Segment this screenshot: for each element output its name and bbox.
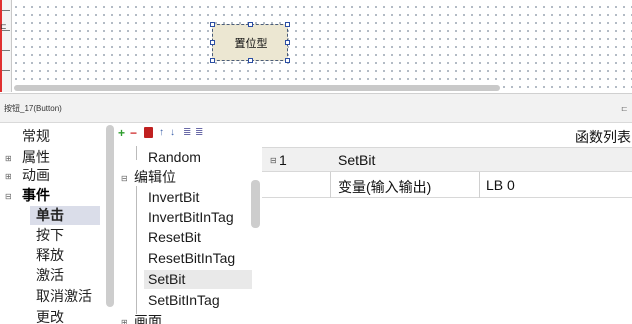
category-general[interactable]: 常规 — [22, 127, 50, 146]
expand-icon[interactable]: ⊞ — [121, 318, 128, 324]
event-activate[interactable]: 激活 — [36, 266, 64, 285]
group-screen[interactable]: 画面 — [134, 312, 162, 324]
list-view-icon[interactable]: ≣ — [195, 126, 203, 140]
category-panel: 常规 ⊞ 属性 ⊞ 动画 ⊟ 事件 单击 按下 释放 激活 取消激活 更改 — [0, 124, 108, 324]
function-tree-scrollbar[interactable] — [251, 180, 260, 228]
tree-connector — [136, 186, 137, 314]
resize-handle-tl[interactable] — [210, 22, 215, 27]
category-properties[interactable]: 属性 — [22, 148, 50, 167]
collapse-icon[interactable]: ⊟ — [5, 192, 12, 201]
event-release[interactable]: 释放 — [36, 246, 64, 265]
resize-handle-bm[interactable] — [248, 58, 253, 63]
group-edit-bits[interactable]: 编辑位 — [134, 168, 176, 187]
category-events[interactable]: 事件 — [22, 186, 50, 205]
event-press[interactable]: 按下 — [36, 226, 64, 245]
function-setbitintag[interactable]: SetBitInTag — [148, 291, 220, 310]
design-canvas[interactable]: ⊏ 置位型 — [0, 0, 632, 92]
function-setbit[interactable]: SetBit — [144, 270, 252, 289]
parameter-label: 变量(输入输出) — [338, 179, 432, 195]
function-row[interactable]: ⊟ 1 SetBit — [262, 147, 632, 172]
category-animation[interactable]: 动画 — [22, 166, 50, 185]
resize-handle-ml[interactable] — [210, 40, 215, 45]
function-tree-panel: + − ↑ ↓ ≣ ≣ Random ⊟ 编辑位 InvertBit Inver… — [114, 124, 262, 324]
ruler-marker — [0, 0, 2, 92]
resize-handle-tm[interactable] — [248, 22, 253, 27]
function-list-header: 函数列表 — [575, 129, 631, 145]
event-click[interactable]: 单击 — [30, 206, 100, 225]
row-number: 1 — [279, 152, 287, 168]
parameter-row[interactable]: 变量(输入输出) LB 0 — [262, 172, 632, 198]
resize-handle-tr[interactable] — [285, 22, 290, 27]
widget-label: 置位型 — [234, 38, 268, 50]
collapse-icon[interactable]: ⊟ — [121, 174, 128, 183]
list-icon[interactable]: ≣ — [183, 126, 191, 140]
collapse-icon[interactable]: ⊟ — [270, 156, 277, 165]
function-resetbitintag[interactable]: ResetBitInTag — [148, 249, 235, 268]
properties-titlebar: 按钮_17(Button) ⊏ — [0, 93, 632, 123]
event-deactivate[interactable]: 取消激活 — [36, 287, 92, 306]
resize-handle-mr[interactable] — [285, 40, 290, 45]
event-change[interactable]: 更改 — [36, 308, 64, 324]
resize-handle-br[interactable] — [285, 58, 290, 63]
expand-icon[interactable]: ⊞ — [5, 172, 12, 181]
remove-icon[interactable]: − — [130, 126, 137, 140]
add-icon[interactable]: + — [118, 126, 125, 140]
resize-handle-bl[interactable] — [210, 58, 215, 63]
object-title: 按钮_17(Button) — [4, 104, 62, 113]
vertical-ruler: ⊏ — [0, 0, 12, 92]
function-random[interactable]: Random — [148, 148, 201, 167]
category-scrollbar[interactable] — [106, 125, 114, 307]
delete-icon[interactable] — [144, 127, 153, 138]
horizontal-scrollbar[interactable] — [14, 85, 500, 91]
function-invertbitintag[interactable]: InvertBitInTag — [148, 208, 234, 227]
move-up-icon[interactable]: ↑ — [159, 126, 164, 140]
pin-icon[interactable]: ⊏ — [621, 104, 628, 113]
function-resetbit[interactable]: ResetBit — [148, 228, 201, 247]
parameter-value[interactable]: LB 0 — [486, 177, 515, 193]
ruler-label: ⊏ — [0, 22, 7, 31]
tree-connector — [136, 146, 137, 160]
function-invertbit[interactable]: InvertBit — [148, 188, 199, 207]
expand-icon[interactable]: ⊞ — [5, 154, 12, 163]
button-widget[interactable]: 置位型 — [210, 22, 290, 63]
function-name[interactable]: SetBit — [338, 152, 375, 168]
move-down-icon[interactable]: ↓ — [170, 126, 175, 140]
